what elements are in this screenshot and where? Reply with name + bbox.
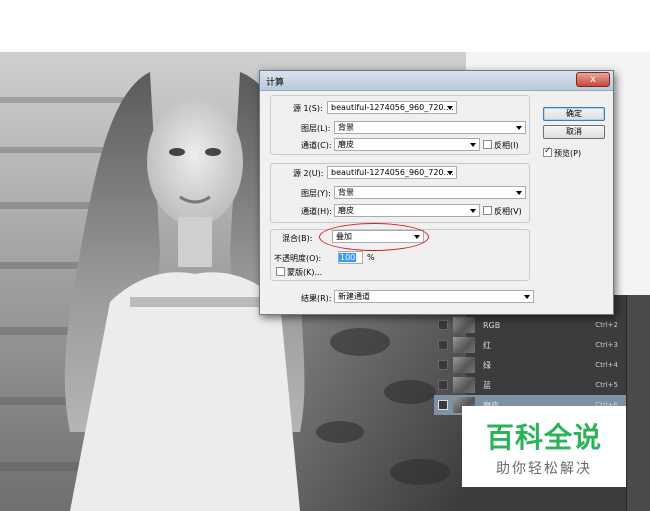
watermark-title: 百科全说 <box>485 421 602 454</box>
watermark-badge: 百科全说 助你轻松解决 <box>462 406 626 487</box>
source2-file-select[interactable]: beautiful-1274056_960_720.... <box>327 166 457 179</box>
channel-name: 红 <box>483 340 491 350</box>
preview-label: 预览(P) <box>554 149 582 158</box>
opacity-value: 100 <box>339 253 357 262</box>
opacity-input[interactable]: 100 <box>338 251 363 264</box>
source2-channel-label: 通道(H): <box>301 207 332 216</box>
visibility-toggle[interactable] <box>438 380 448 390</box>
channel-shortcut: Ctrl+4 <box>595 361 618 369</box>
source1-layer-value: 背景 <box>338 123 354 132</box>
source2-channel-select[interactable]: 磨皮 <box>334 204 480 217</box>
source1-channel-select[interactable]: 磨皮 <box>334 138 480 151</box>
result-label: 结果(R): <box>301 294 332 303</box>
channel-thumbnail <box>453 377 475 393</box>
channel-thumbnail <box>453 357 475 373</box>
blending-label: 混合(B): <box>282 234 313 243</box>
channel-shortcut: Ctrl+2 <box>595 321 618 329</box>
channel-name: RGB <box>483 320 501 330</box>
opacity-unit: % <box>367 253 375 262</box>
channel-thumbnail <box>453 337 475 353</box>
source1-invert-checkbox[interactable] <box>483 140 492 149</box>
panel-dock-strip <box>626 295 650 511</box>
channel-row-red[interactable]: 红 Ctrl+3 <box>434 335 626 355</box>
eye-icon[interactable] <box>438 400 448 410</box>
source1-channel-label: 通道(C): <box>301 141 332 150</box>
source2-layer-select[interactable]: 背景 <box>334 186 526 199</box>
channel-row-green[interactable]: 绿 Ctrl+4 <box>434 355 626 375</box>
chevron-down-icon <box>447 106 453 110</box>
watermark-subtitle: 助你轻松解决 <box>496 461 592 477</box>
source2-file-value: beautiful-1274056_960_720.... <box>331 168 454 177</box>
source1-channel-value: 磨皮 <box>338 140 354 149</box>
source1-layer-select[interactable]: 背景 <box>334 121 526 134</box>
annotation-circle <box>319 223 429 251</box>
channel-row-rgb[interactable]: RGB Ctrl+2 <box>434 315 626 335</box>
source2-layer-value: 背景 <box>338 188 354 197</box>
channel-shortcut: Ctrl+3 <box>595 341 618 349</box>
result-select[interactable]: 新建通道 <box>334 290 534 303</box>
source1-file-value: beautiful-1274056_960_720.... <box>331 103 454 112</box>
chevron-down-icon <box>470 209 476 213</box>
source2-invert-checkbox[interactable] <box>483 206 492 215</box>
cancel-button[interactable]: 取消 <box>543 125 605 139</box>
chevron-down-icon <box>524 295 530 299</box>
mask-checkbox[interactable] <box>276 267 285 276</box>
source2-invert-label: 反相(V) <box>494 207 522 216</box>
source2-label: 源 2(U): <box>293 169 324 178</box>
source2-layer-label: 图层(Y): <box>301 189 331 198</box>
source2-channel-value: 磨皮 <box>338 206 354 215</box>
channel-row-blue[interactable]: 蓝 Ctrl+5 <box>434 375 626 395</box>
visibility-toggle[interactable] <box>438 340 448 350</box>
preview-checkbox[interactable] <box>543 146 552 157</box>
source1-layer-label: 图层(L): <box>301 124 331 133</box>
channel-name: 蓝 <box>483 380 491 390</box>
opacity-label: 不透明度(O): <box>274 254 322 263</box>
close-icon: x <box>590 74 596 85</box>
ok-button[interactable]: 确定 <box>543 107 605 121</box>
chevron-down-icon <box>447 171 453 175</box>
dialog-title: 计算 <box>266 78 285 88</box>
calculations-dialog: 计算 x 源 1(S): beautiful-1274056_960_720..… <box>259 70 614 315</box>
result-value: 新建通道 <box>338 292 370 301</box>
channel-thumbnail <box>453 317 475 333</box>
channel-name: 绿 <box>483 360 491 370</box>
chevron-down-icon <box>470 143 476 147</box>
source1-invert-label: 反相(I) <box>494 141 519 150</box>
visibility-toggle[interactable] <box>438 360 448 370</box>
chevron-down-icon <box>516 191 522 195</box>
source1-file-select[interactable]: beautiful-1274056_960_720.... <box>327 101 457 114</box>
source1-label: 源 1(S): <box>293 104 323 113</box>
close-button[interactable]: x <box>576 72 610 87</box>
dialog-titlebar[interactable]: 计算 x <box>260 71 613 91</box>
chevron-down-icon <box>516 126 522 130</box>
mask-label[interactable]: 蒙版(K)... <box>287 267 322 278</box>
channel-shortcut: Ctrl+5 <box>595 381 618 389</box>
visibility-toggle[interactable] <box>438 320 448 330</box>
